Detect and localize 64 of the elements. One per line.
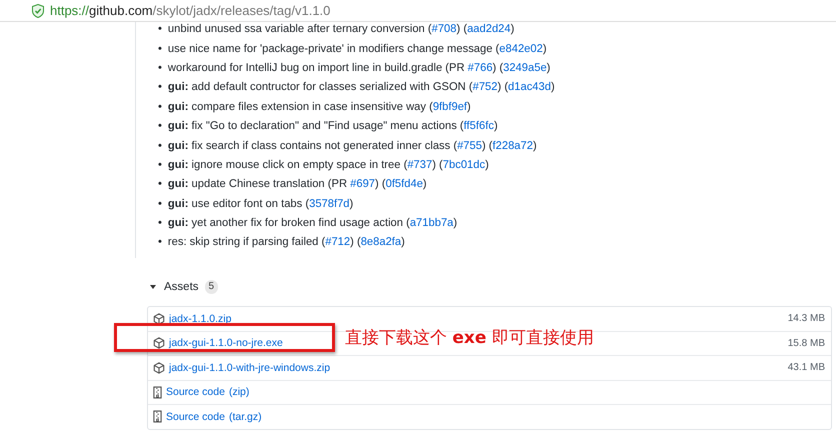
release-note: res: skip string if parsing failed (#712) (8e8a2fa) <box>168 235 405 250</box>
link[interactable]: a71bb7a <box>410 217 454 230</box>
link[interactable]: 3249a5e <box>503 62 547 74</box>
release-note: gui: ignore mouse click on empty space in tree (#737) (7bc01dc) <box>168 158 489 173</box>
file-size: 15.8 MB <box>788 338 825 349</box>
caret-icon[interactable] <box>150 285 156 289</box>
link[interactable]: e842e02 <box>499 42 543 55</box>
link[interactable]: 7bc01dc <box>442 158 486 171</box>
link[interactable]: 8e8a2fa <box>360 236 402 248</box>
link[interactable]: #708 <box>432 23 456 36</box>
format-link[interactable]: (tar.gz) <box>228 410 262 423</box>
bullet: • <box>158 60 162 76</box>
cube-icon <box>153 312 165 325</box>
download-link[interactable]: Source code <box>166 386 225 398</box>
cube-icon <box>153 362 165 374</box>
bullet: • <box>158 158 162 173</box>
link[interactable]: 9fbf9ef <box>432 100 468 113</box>
release-note: workaround for IntelliJ bug on import line in build.gradle (PR #766) (3249a5e) <box>168 60 550 76</box>
zip-file-icon <box>153 386 162 399</box>
file-size: 43.1 MB <box>788 362 825 374</box>
download-link[interactable]: jadx-1.1.0.zip <box>169 312 232 325</box>
zip-file-icon <box>153 410 162 424</box>
section-title[interactable]: Assets <box>164 281 199 293</box>
link[interactable]: d1ac43d <box>508 81 551 94</box>
bullet: • <box>158 235 162 250</box>
link[interactable]: ff5f6fc <box>464 120 494 132</box>
file-size: 14.3 MB <box>788 313 825 324</box>
count-badge: 5 <box>204 280 218 294</box>
format-link[interactable]: (zip) <box>228 386 250 398</box>
link[interactable]: f228a72 <box>492 140 533 152</box>
link[interactable]: 3578f7d <box>309 198 350 210</box>
bullet: • <box>158 196 162 212</box>
link[interactable]: #752 <box>472 81 498 94</box>
release-note: use nice name for 'package-private' in modifiers change message (e842e02) <box>168 42 547 57</box>
bullet: • <box>158 177 162 192</box>
bullet: • <box>158 138 162 154</box>
release-note: unbind unused ssa variable after ternary conversion (#708) (aad2d24) <box>168 22 514 38</box>
download-link[interactable]: jadx-gui-1.1.0-no-jre.exe <box>169 337 283 350</box>
url-text: https://github.com/skylot/jadx/releases/tag/v1.1.0 <box>50 3 330 18</box>
download-link[interactable]: jadx-gui-1.1.0-with-jre-windows.zip <box>169 362 330 374</box>
link[interactable]: aad2d24 <box>467 23 511 36</box>
bullet: • <box>158 22 162 38</box>
bullet: • <box>158 100 162 115</box>
download-link[interactable]: Source code <box>166 410 225 423</box>
bullet: • <box>158 216 162 232</box>
link[interactable]: #737 <box>407 158 432 171</box>
cube-icon <box>153 337 165 350</box>
release-note: gui: use editor font on tabs (3578f7d) <box>168 196 354 212</box>
shield-icon <box>32 4 44 18</box>
release-note: gui: fix search if class contains not generated inner class (#755) (f228a72) <box>168 138 537 154</box>
link[interactable]: 0f5fd4e <box>386 178 423 190</box>
link[interactable]: #697 <box>350 178 376 190</box>
link[interactable]: #712 <box>325 236 350 248</box>
link[interactable]: #755 <box>457 140 482 152</box>
release-note: gui: fix "Go to declaration" and "Find usage" menu actions (ff5f6fc) <box>168 119 498 134</box>
link[interactable]: #766 <box>468 62 493 74</box>
release-note: gui: add default contructor for classes serialized with GSON (#752) (d1ac43d) <box>168 80 555 96</box>
bullet: • <box>158 80 162 96</box>
release-note: gui: update Chinese translation (PR #697) (0f5fd4e) <box>168 177 427 192</box>
release-note: gui: yet another fix for broken find usage action (a71bb7a) <box>168 216 458 232</box>
release-note: gui: compare files extension in case insensitive way (9fbf9ef) <box>168 100 471 115</box>
annotation-text: 直接下载这个 exe 即可直接使用 <box>345 327 594 349</box>
bullet: • <box>158 42 162 57</box>
bullet: • <box>158 119 162 134</box>
